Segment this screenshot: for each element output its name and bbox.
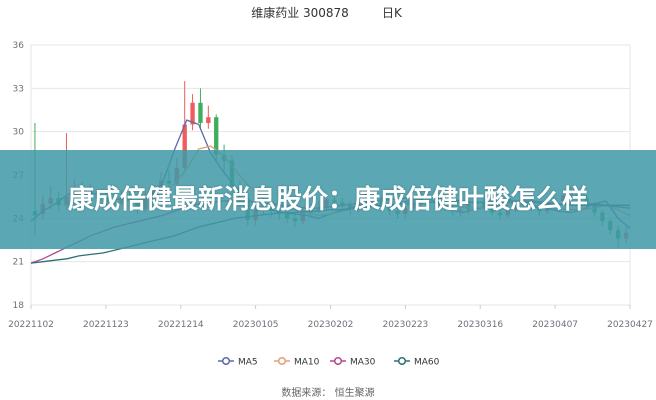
legend-marker: [221, 356, 231, 366]
x-axis-ticks: 20221102 20221123 20221214 20230105 20230202…: [8, 305, 653, 330]
legend-label: MA10: [294, 358, 320, 368]
headline-text: 康成倍健最新消息股价：康成倍健叶酸怎么样: [67, 184, 588, 215]
legend-marker: [277, 356, 287, 366]
x-tick-label: 20230105: [233, 320, 279, 330]
x-tick-label: 20230223: [382, 320, 428, 330]
data-source: 数据来源： 恒生聚源: [281, 386, 374, 399]
y-tick-label: 30: [13, 128, 25, 138]
chart-title: 维康药业 300878: [251, 5, 349, 20]
legend-label: MA30: [350, 358, 376, 368]
candle-body: [206, 117, 211, 123]
x-tick-label: 20230202: [308, 320, 354, 330]
x-tick-label: 20221214: [158, 320, 204, 330]
legend-marker: [333, 356, 343, 366]
legend-marker: [397, 356, 407, 366]
candle-body: [198, 102, 203, 123]
y-tick-label: 21: [13, 258, 24, 268]
x-tick-label: 20221102: [8, 320, 54, 330]
y-tick-label: 33: [13, 84, 24, 94]
chart-period: 日K: [382, 6, 403, 20]
x-tick-label: 20230316: [457, 320, 503, 330]
y-tick-label: 18: [13, 301, 25, 311]
headline-banner: 康成倍健最新消息股价：康成倍健叶酸怎么样: [0, 150, 656, 249]
x-tick-label: 20230407: [532, 320, 578, 330]
x-tick-label: 20230427: [607, 320, 653, 330]
legend-label: MA60: [414, 358, 440, 368]
legend: MA5 MA10 MA30 MA60: [218, 356, 440, 368]
y-tick-label: 36: [13, 41, 25, 51]
legend-label: MA5: [238, 358, 258, 368]
x-tick-label: 20221123: [83, 320, 129, 330]
